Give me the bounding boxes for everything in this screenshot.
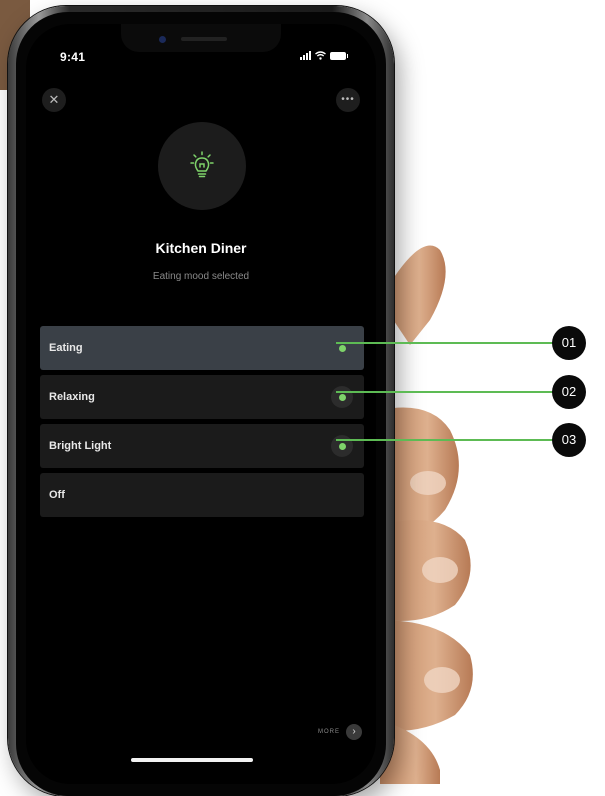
ellipsis-icon: ••• [341,94,355,105]
home-indicator[interactable] [131,758,253,762]
indicator-dot [338,442,346,450]
more-options-button[interactable]: ••• [336,88,360,112]
callout-badge-01: 01 [552,326,586,360]
camera [159,36,166,43]
close-icon: ✕ [48,92,60,107]
indicator-dot [338,393,346,401]
mood-toggle[interactable] [331,386,353,408]
mood-item-relaxing[interactable]: Relaxing [40,375,364,419]
signal-icon [300,51,311,60]
mood-label: Off [49,489,65,501]
room-icon-circle [158,122,246,210]
status-time: 9:41 [60,50,86,64]
mood-toggle[interactable] [331,337,353,359]
status-icons [300,51,348,60]
mood-item-off[interactable]: Off [40,473,364,517]
battery-icon [330,51,348,60]
callout-badge-03: 03 [552,423,586,457]
mood-item-bright-light[interactable]: Bright Light [40,424,364,468]
mood-label: Eating [49,342,83,354]
more-link[interactable]: MORE › [318,724,362,740]
callout-badge-02: 02 [552,375,586,409]
phone-screen: 9:41 ✕ ••• Kitchen Diner Eating mood sel… [26,24,376,784]
room-subtitle: Eating mood selected [152,271,250,282]
more-label: MORE [318,729,340,735]
lightbulb-icon [190,151,214,178]
mood-list: Eating Relaxing Bright Light Off [40,326,364,522]
chevron-right-icon: › [346,724,362,740]
speaker [181,37,227,41]
room-title: Kitchen Diner [155,240,247,256]
mood-label: Relaxing [49,391,95,403]
selected-dot [338,344,346,352]
mood-label: Bright Light [49,440,112,452]
phone-frame: 9:41 ✕ ••• Kitchen Diner Eating mood sel… [8,6,394,796]
callout-line-03 [336,439,556,441]
mood-item-eating[interactable]: Eating [40,326,364,370]
notch [121,24,281,52]
close-button[interactable]: ✕ [42,88,66,112]
wifi-icon [315,51,326,60]
callout-line-01 [336,342,556,344]
callout-line-02 [336,391,556,393]
